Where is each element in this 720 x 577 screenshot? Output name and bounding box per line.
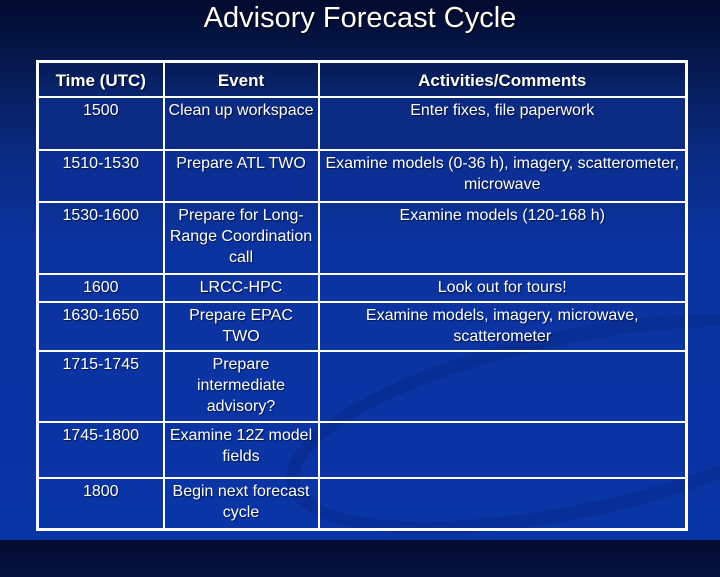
table-row: 1600 LRCC-HPC Look out for tours! bbox=[36, 273, 688, 303]
header-comments: Activities/Comments bbox=[317, 60, 688, 98]
cell-event: Prepare EPAC TWO bbox=[162, 301, 320, 352]
cell-comment bbox=[317, 421, 688, 479]
cell-time: 1745-1800 bbox=[36, 421, 165, 479]
cell-event: Clean up workspace bbox=[162, 96, 320, 151]
cell-comment bbox=[317, 350, 688, 423]
cell-event: Prepare ATL TWO bbox=[162, 149, 320, 203]
cell-event: Begin next forecast cycle bbox=[162, 477, 320, 531]
cell-event: Prepare for Long-Range Coordination call bbox=[162, 201, 320, 275]
cell-event: Prepare intermediate advisory? bbox=[162, 350, 320, 423]
header-event: Event bbox=[162, 60, 320, 98]
forecast-cycle-table: Time (UTC) Event Activities/Comments 150… bbox=[36, 60, 688, 531]
table-row: 1800 Begin next forecast cycle bbox=[36, 477, 688, 531]
table-row: 1510-1530 Prepare ATL TWO Examine models… bbox=[36, 149, 688, 203]
cell-time: 1800 bbox=[36, 477, 165, 531]
cell-comment: Examine models (120-168 h) bbox=[317, 201, 688, 275]
table-header-row: Time (UTC) Event Activities/Comments bbox=[36, 60, 688, 98]
cell-comment: Examine models, imagery, microwave, scat… bbox=[317, 301, 688, 352]
table-row: 1715-1745 Prepare intermediate advisory? bbox=[36, 350, 688, 423]
table-row: 1630-1650 Prepare EPAC TWO Examine model… bbox=[36, 301, 688, 352]
cell-event: Examine 12Z model fields bbox=[162, 421, 320, 479]
cell-comment: Enter fixes, file paperwork bbox=[317, 96, 688, 151]
cell-comment bbox=[317, 477, 688, 531]
header-time: Time (UTC) bbox=[36, 60, 165, 98]
cell-comment: Examine models (0-36 h), imagery, scatte… bbox=[317, 149, 688, 203]
cell-comment: Look out for tours! bbox=[317, 273, 688, 303]
cell-time: 1510-1530 bbox=[36, 149, 165, 203]
cell-time: 1600 bbox=[36, 273, 165, 303]
cell-time: 1500 bbox=[36, 96, 165, 151]
slide-title: Advisory Forecast Cycle bbox=[203, 2, 517, 34]
table-row: 1745-1800 Examine 12Z model fields bbox=[36, 421, 688, 479]
cell-time: 1715-1745 bbox=[36, 350, 165, 423]
table-row: 1530-1600 Prepare for Long-Range Coordin… bbox=[36, 201, 688, 275]
cell-time: 1630-1650 bbox=[36, 301, 165, 352]
cell-event: LRCC-HPC bbox=[162, 273, 320, 303]
cell-time: 1530-1600 bbox=[36, 201, 165, 275]
table-row: 1500 Clean up workspace Enter fixes, fil… bbox=[36, 96, 688, 151]
